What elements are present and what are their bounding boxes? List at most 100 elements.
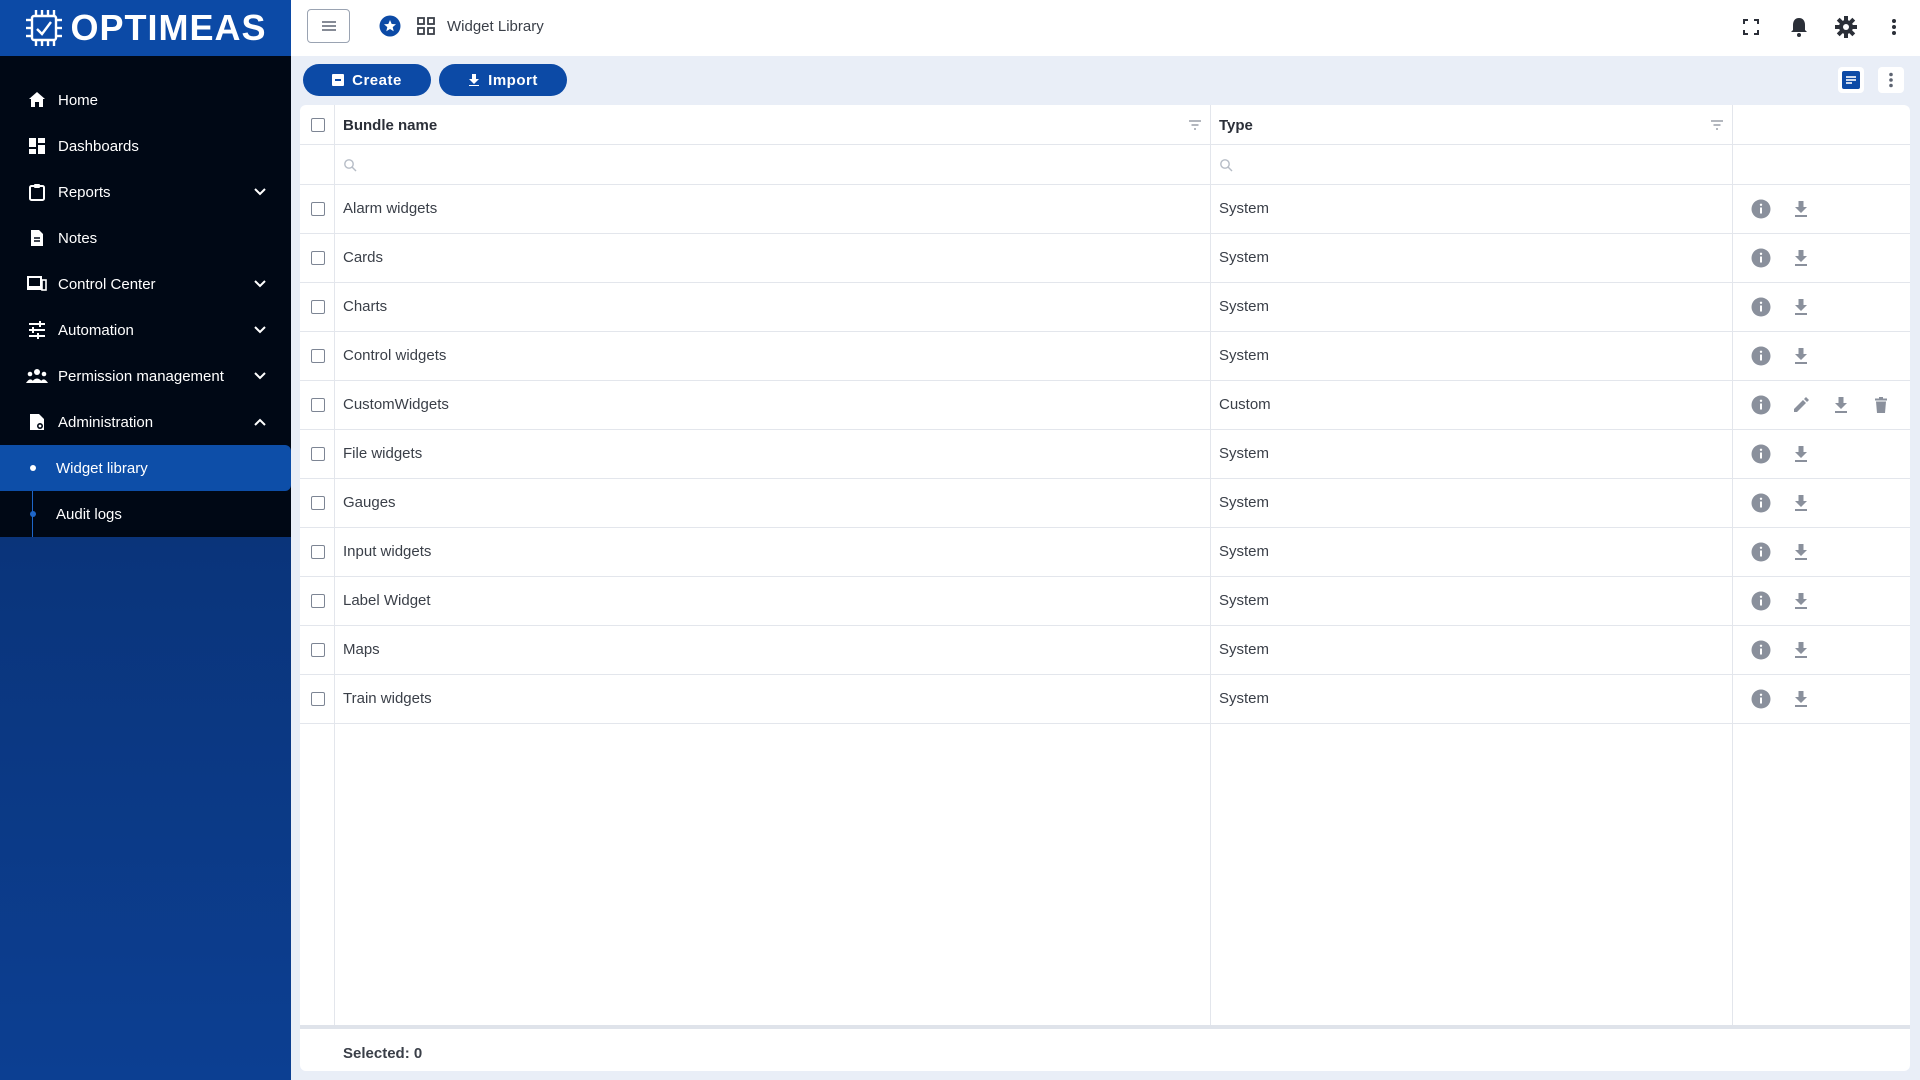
type-filter-input[interactable]	[1211, 145, 1731, 185]
chevron-up-icon[interactable]	[251, 413, 269, 431]
type-cell: System	[1219, 249, 1270, 266]
info-button[interactable]	[1750, 688, 1772, 710]
download-icon	[1795, 642, 1807, 658]
table-row[interactable]: Gauges System	[300, 479, 1910, 528]
info-button[interactable]	[1750, 541, 1772, 563]
row-checkbox[interactable]	[311, 594, 325, 608]
row-checkbox[interactable]	[311, 349, 325, 363]
bundle-name-filter-input[interactable]	[335, 145, 1209, 185]
sidebar-item-label: Home	[58, 91, 99, 109]
row-checkbox[interactable]	[311, 643, 325, 657]
more-options-button[interactable]	[1882, 15, 1906, 39]
table-options-button[interactable]	[1878, 67, 1904, 93]
chevron-down-icon[interactable]	[251, 367, 269, 385]
column-header-bundle-name[interactable]: Bundle name	[343, 117, 437, 134]
filter-icon[interactable]	[1188, 119, 1202, 131]
selected-count: Selected: 0	[343, 1045, 423, 1062]
info-icon	[1751, 689, 1771, 709]
logo[interactable]: OPTIMEAS	[0, 0, 291, 71]
favorite-star-icon[interactable]	[379, 15, 401, 37]
export-button[interactable]	[1790, 296, 1812, 318]
sidebar-item-automation[interactable]: Automation	[0, 307, 291, 353]
bundle-name-cell: Train widgets	[343, 690, 432, 707]
info-button[interactable]	[1750, 247, 1772, 269]
sidebar-item-label: Automation	[58, 321, 134, 339]
kebab-icon	[1892, 19, 1896, 35]
create-button[interactable]: Create	[303, 64, 431, 96]
chevron-down-icon[interactable]	[251, 183, 269, 201]
sidebar-item-notes[interactable]: Notes	[0, 215, 291, 261]
row-checkbox[interactable]	[311, 692, 325, 706]
row-checkbox[interactable]	[311, 545, 325, 559]
row-checkbox[interactable]	[311, 300, 325, 314]
sidebar-item-dashboards[interactable]: Dashboards	[0, 123, 291, 169]
settings-button[interactable]	[1834, 15, 1858, 39]
row-checkbox[interactable]	[311, 202, 325, 216]
info-button[interactable]	[1750, 590, 1772, 612]
sidebar-subitem-audit-logs[interactable]: Audit logs	[0, 491, 291, 537]
select-all-checkbox[interactable]	[311, 118, 325, 132]
chevron-down-icon[interactable]	[251, 275, 269, 293]
table-row[interactable]: CustomWidgets Custom	[300, 381, 1910, 430]
fullscreen-icon	[1743, 19, 1759, 35]
chevron-down-icon[interactable]	[251, 321, 269, 339]
menu-toggle-button[interactable]	[307, 9, 350, 43]
filter-icon[interactable]	[1710, 119, 1724, 131]
table-row[interactable]: Charts System	[300, 283, 1910, 332]
type-cell: System	[1219, 543, 1270, 560]
download-icon	[1795, 593, 1807, 609]
export-button[interactable]	[1790, 345, 1812, 367]
info-button[interactable]	[1750, 443, 1772, 465]
download-icon	[1795, 446, 1807, 462]
row-checkbox[interactable]	[311, 251, 325, 265]
table-row[interactable]: Train widgets System	[300, 675, 1910, 724]
info-button[interactable]	[1750, 296, 1772, 318]
table-row[interactable]: Cards System	[300, 234, 1910, 283]
export-button[interactable]	[1790, 247, 1812, 269]
row-checkbox[interactable]	[311, 496, 325, 510]
type-cell: System	[1219, 347, 1270, 364]
sidebar-item-home[interactable]: Home	[0, 77, 291, 123]
row-checkbox[interactable]	[311, 398, 325, 412]
delete-button[interactable]	[1870, 394, 1892, 416]
sidebar-item-label: Reports	[58, 183, 111, 201]
row-checkbox[interactable]	[311, 447, 325, 461]
column-header-type[interactable]: Type	[1219, 117, 1253, 134]
table-row[interactable]: Alarm widgets System	[300, 185, 1910, 234]
info-button[interactable]	[1750, 198, 1772, 220]
sidebar-item-reports[interactable]: Reports	[0, 169, 291, 215]
notifications-button[interactable]	[1787, 15, 1811, 39]
export-button[interactable]	[1790, 688, 1812, 710]
export-button[interactable]	[1790, 443, 1812, 465]
import-button[interactable]: Import	[439, 64, 567, 96]
gear-icon	[1835, 16, 1857, 38]
export-button[interactable]	[1790, 198, 1812, 220]
edit-button[interactable]	[1790, 394, 1812, 416]
bundle-name-cell: Control widgets	[343, 347, 447, 364]
info-button[interactable]	[1750, 394, 1772, 416]
export-button[interactable]	[1790, 590, 1812, 612]
info-button[interactable]	[1750, 492, 1772, 514]
dashboard-icon	[26, 135, 48, 157]
fullscreen-button[interactable]	[1739, 15, 1763, 39]
edit-icon	[1794, 397, 1809, 412]
sidebar-item-control-center[interactable]: Control Center	[0, 261, 291, 307]
info-button[interactable]	[1750, 345, 1772, 367]
table-row[interactable]: Input widgets System	[300, 528, 1910, 577]
table-row[interactable]: Control widgets System	[300, 332, 1910, 381]
info-button[interactable]	[1750, 639, 1772, 661]
table-row[interactable]: Label Widget System	[300, 577, 1910, 626]
export-button[interactable]	[1790, 541, 1812, 563]
export-button[interactable]	[1830, 394, 1852, 416]
export-button[interactable]	[1790, 492, 1812, 514]
sidebar-subitem-widget-library[interactable]: Widget library	[0, 445, 291, 491]
breadcrumb: Widget Library	[447, 18, 544, 35]
export-button[interactable]	[1790, 639, 1812, 661]
column-view-button[interactable]	[1838, 67, 1864, 93]
admin-icon	[26, 411, 48, 433]
sidebar-item-administration[interactable]: Administration	[0, 399, 291, 445]
table-row[interactable]: File widgets System	[300, 430, 1910, 479]
download-icon	[1795, 544, 1807, 560]
sidebar-item-permission-management[interactable]: Permission management	[0, 353, 291, 399]
table-row[interactable]: Maps System	[300, 626, 1910, 675]
